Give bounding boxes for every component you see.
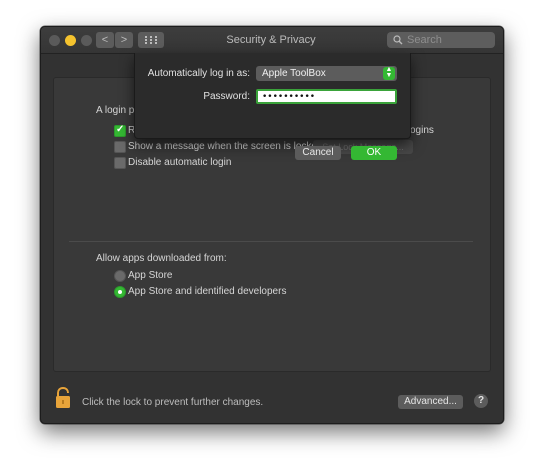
advanced-button[interactable]: Advanced... <box>398 395 463 409</box>
back-button[interactable]: < <box>96 32 114 48</box>
show-all-button[interactable] <box>138 32 164 48</box>
search-icon <box>393 35 403 45</box>
user-popup-value: Apple ToolBox <box>262 68 326 79</box>
user-popup[interactable]: Apple ToolBox ▲ ▼ <box>256 66 397 81</box>
lock-button[interactable] <box>55 387 71 414</box>
disable-auto-login-label: Disable automatic login <box>128 157 232 168</box>
allow-apps-heading: Allow apps downloaded from: <box>96 253 227 264</box>
password-label: Password: <box>203 91 250 102</box>
auto-login-sheet: Automatically log in as: Apple ToolBox ▲… <box>134 53 411 160</box>
chevron-updown-icon: ▲ ▼ <box>383 66 395 80</box>
ok-button[interactable]: OK <box>351 146 397 160</box>
app-store-label: App Store <box>128 270 173 281</box>
require-password-suffix: ogins <box>410 125 434 136</box>
zoom-button[interactable] <box>81 35 92 46</box>
show-message-checkbox[interactable] <box>114 141 126 153</box>
app-store-identified-label: App Store and identified developers <box>128 286 287 297</box>
forward-button[interactable]: > <box>115 32 133 48</box>
show-message-label: Show a message when the screen is locked <box>128 141 323 152</box>
preferences-window: < > Security & Privacy A login p R ogins <box>40 26 504 424</box>
search-field[interactable] <box>387 32 495 48</box>
close-button[interactable] <box>49 35 60 46</box>
app-store-identified-radio[interactable] <box>114 286 126 298</box>
disable-auto-login-checkbox[interactable] <box>114 157 126 169</box>
grid-icon <box>145 36 157 44</box>
login-section-label: A login p <box>96 105 135 116</box>
cancel-button[interactable]: Cancel <box>295 146 341 160</box>
search-input[interactable] <box>407 32 491 48</box>
help-button[interactable]: ? <box>474 394 488 408</box>
lock-hint-text: Click the lock to prevent further change… <box>82 397 264 408</box>
require-password-checkbox[interactable] <box>114 124 126 137</box>
password-field[interactable] <box>256 89 403 104</box>
title-bar: < > Security & Privacy <box>41 27 503 54</box>
minimize-button[interactable] <box>65 35 76 46</box>
lock-icon <box>56 387 70 408</box>
password-input[interactable] <box>258 91 403 102</box>
app-store-radio[interactable] <box>114 270 126 282</box>
auto-login-label: Automatically log in as: <box>147 68 250 79</box>
window-title: Security & Privacy <box>226 34 316 46</box>
section-divider <box>69 241 473 242</box>
